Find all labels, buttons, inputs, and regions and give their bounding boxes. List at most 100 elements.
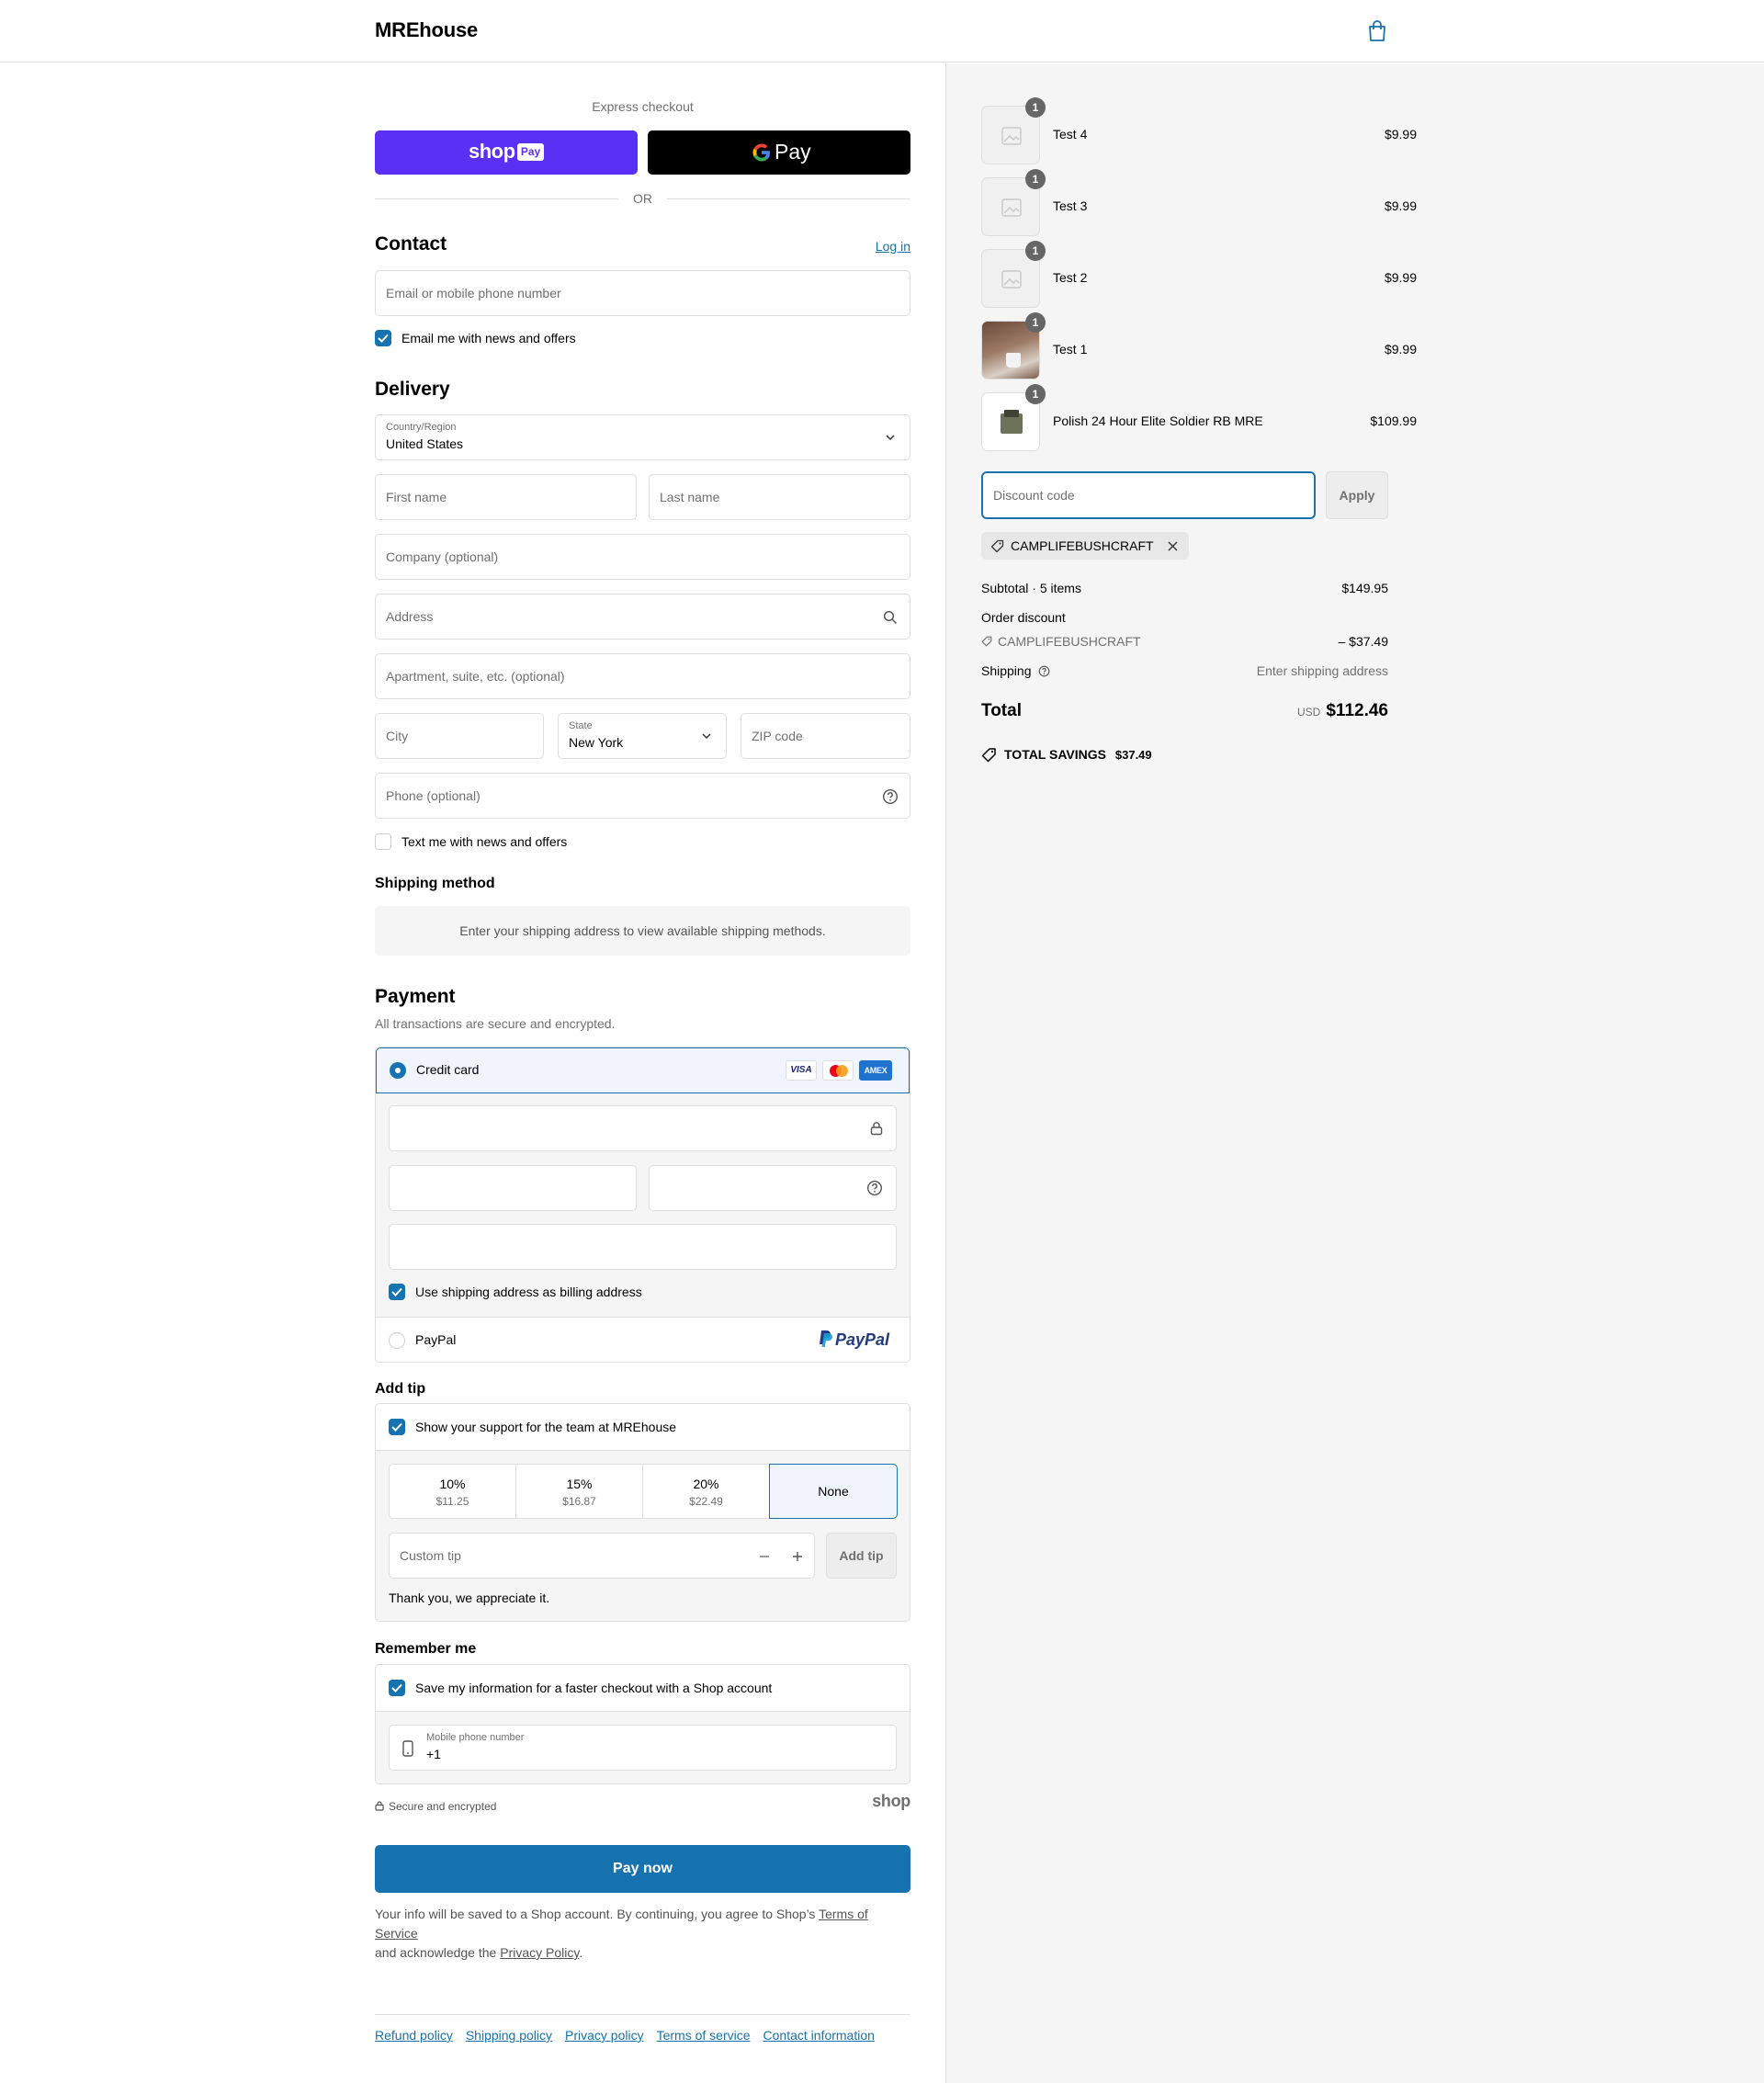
chevron-down-icon <box>886 435 895 441</box>
tip-option-15[interactable]: 15% $16.87 <box>516 1465 643 1518</box>
tip-percent: 10% <box>439 1477 466 1491</box>
contact-information-link[interactable]: Contact information <box>763 2028 875 2043</box>
apartment-field[interactable]: Apartment, suite, etc. (optional) <box>375 653 910 699</box>
tip-none-label: None <box>818 1484 849 1499</box>
store-logo[interactable]: MREhouse <box>375 18 478 42</box>
search-icon <box>883 610 898 625</box>
header: MREhouse <box>0 0 1764 62</box>
remember-me-heading: Remember me <box>375 1641 477 1657</box>
card-expiry-field[interactable] <box>389 1165 637 1211</box>
tip-box: Show your support for the team at MREhou… <box>375 1403 910 1622</box>
paypal-option[interactable]: PayPal PayPal <box>376 1317 910 1362</box>
lock-icon <box>870 1122 883 1136</box>
credit-card-option[interactable]: Credit card VISA AMEX <box>376 1047 910 1093</box>
quantity-badge: 1 <box>1025 97 1046 118</box>
footer-policy-links: Refund policy Shipping policy Privacy poli… <box>375 2014 910 2043</box>
plus-icon[interactable] <box>792 1551 803 1562</box>
subtotal-value: $149.95 <box>1341 581 1388 595</box>
cardholder-name-field[interactable] <box>389 1224 897 1270</box>
item-name: Polish 24 Hour Elite Soldier RB MRE <box>1053 413 1263 428</box>
tip-support-checkbox[interactable] <box>389 1419 405 1435</box>
privacy-policy-footer-link[interactable]: Privacy policy <box>565 2028 644 2043</box>
shipping-method-notice: Enter your shipping address to view avai… <box>375 906 910 956</box>
zip-placeholder: ZIP code <box>752 729 803 743</box>
minus-icon[interactable] <box>759 1551 770 1562</box>
custom-tip-field[interactable]: Custom tip <box>389 1533 815 1579</box>
card-number-field[interactable] <box>389 1105 897 1151</box>
custom-tip-placeholder: Custom tip <box>400 1548 461 1563</box>
save-info-row[interactable]: Save my information for a faster checkou… <box>376 1665 910 1711</box>
tip-option-10[interactable]: 10% $11.25 <box>390 1465 516 1518</box>
image-placeholder-icon <box>1001 127 1022 145</box>
company-field[interactable]: Company (optional) <box>375 534 910 580</box>
privacy-policy-link[interactable]: Privacy Policy <box>500 1945 579 1960</box>
payment-methods: Credit card VISA AMEX Use shipping addre… <box>375 1047 910 1363</box>
credit-card-radio[interactable] <box>390 1062 406 1079</box>
tip-option-none[interactable]: None <box>769 1464 898 1519</box>
shipping-policy-link[interactable]: Shipping policy <box>466 2028 552 2043</box>
tag-icon <box>981 636 992 647</box>
pay-now-button[interactable]: Pay now <box>375 1845 910 1893</box>
chevron-down-icon <box>702 733 711 740</box>
last-name-field[interactable]: Last name <box>649 474 910 520</box>
country-select[interactable]: Country/Region United States <box>375 414 910 460</box>
item-name: Test 2 <box>1053 270 1088 285</box>
add-tip-heading: Add tip <box>375 1381 426 1397</box>
apply-discount-button[interactable]: Apply <box>1326 471 1388 519</box>
applied-discount-chip: CAMPLIFEBUSHCRAFT <box>981 532 1190 560</box>
save-info-checkbox[interactable] <box>389 1680 405 1696</box>
order-discount-label: Order discount <box>981 610 1066 625</box>
refund-policy-link[interactable]: Refund policy <box>375 2028 453 2043</box>
help-circle-icon[interactable] <box>866 1180 883 1196</box>
tip-option-20[interactable]: 20% $22.49 <box>643 1465 770 1518</box>
phone-field[interactable]: Phone (optional) <box>375 773 910 819</box>
help-circle-icon[interactable] <box>1038 665 1050 677</box>
card-cvv-field[interactable] <box>649 1165 897 1211</box>
add-tip-button[interactable]: Add tip <box>826 1533 897 1579</box>
visa-icon: VISA <box>786 1060 817 1081</box>
city-field[interactable]: City <box>375 713 544 759</box>
item-name: Test 3 <box>1053 198 1088 213</box>
close-icon[interactable] <box>1168 541 1178 551</box>
discount-code-input[interactable]: Discount code <box>981 471 1316 519</box>
paypal-label: PayPal <box>415 1332 457 1347</box>
mobile-phone-label: Mobile phone number <box>426 1732 525 1743</box>
shop-pay-button[interactable]: shop Pay <box>375 130 638 175</box>
google-pay-button[interactable]: Pay <box>648 130 910 175</box>
text-news-checkbox[interactable] <box>375 833 391 850</box>
email-field[interactable]: Email or mobile phone number <box>375 270 910 316</box>
payment-subtitle: All transactions are secure and encrypte… <box>375 1016 616 1031</box>
google-pay-word: Pay <box>775 140 811 164</box>
address-field[interactable]: Address <box>375 594 910 640</box>
paypal-radio[interactable] <box>389 1332 405 1349</box>
legal-text-2: and acknowledge the <box>375 1945 501 1960</box>
state-label: State <box>569 720 593 731</box>
tip-support-row[interactable]: Show your support for the team at MREhou… <box>376 1404 910 1450</box>
paypal-p-icon <box>820 1330 832 1347</box>
mobile-phone-value: +1 <box>426 1747 441 1761</box>
item-price: $9.99 <box>1384 127 1417 142</box>
state-value: New York <box>569 735 624 750</box>
item-price: $9.99 <box>1384 342 1417 357</box>
save-info-label: Save my information for a faster checkou… <box>415 1681 773 1695</box>
check-icon <box>378 334 389 343</box>
tip-support-label: Show your support for the team at MREhou… <box>415 1420 677 1434</box>
shopping-bag-icon[interactable] <box>1367 20 1387 42</box>
first-name-field[interactable]: First name <box>375 474 637 520</box>
quantity-badge: 1 <box>1025 384 1046 404</box>
state-select[interactable]: State New York <box>558 713 727 759</box>
terms-of-service-footer-link[interactable]: Terms of service <box>657 2028 751 2043</box>
legal-text: Your info will be saved to a Shop accoun… <box>375 1905 910 1963</box>
login-link[interactable]: Log in <box>876 239 910 254</box>
zip-field[interactable]: ZIP code <box>741 713 910 759</box>
phone-placeholder: Phone (optional) <box>386 788 481 803</box>
quantity-badge: 1 <box>1025 312 1046 333</box>
shipping-label: Shipping <box>981 663 1032 678</box>
company-placeholder: Company (optional) <box>386 549 499 564</box>
email-news-checkbox[interactable] <box>375 330 391 346</box>
check-icon <box>391 1422 402 1432</box>
cart-item: 1 Test 4 $9.99 <box>981 97 1417 164</box>
billing-address-checkbox[interactable] <box>389 1284 405 1300</box>
mobile-phone-field[interactable]: Mobile phone number +1 <box>389 1725 897 1771</box>
help-circle-icon[interactable] <box>882 788 899 805</box>
